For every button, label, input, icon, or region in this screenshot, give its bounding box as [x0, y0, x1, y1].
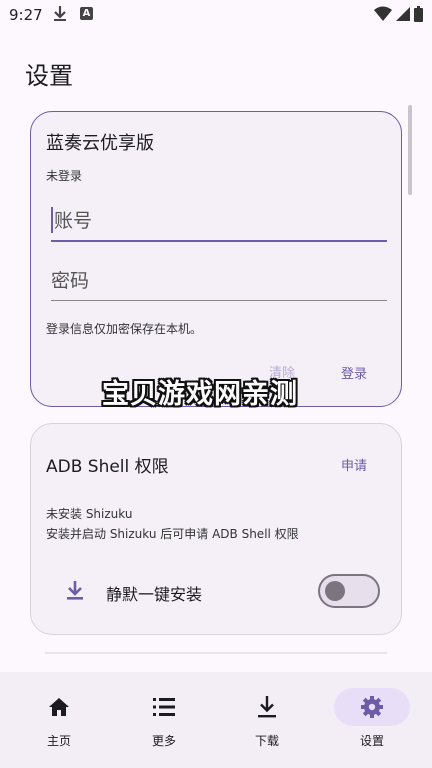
status-time: 9:27 [9, 6, 43, 24]
account-field[interactable]: 账号 [51, 204, 387, 242]
silent-install-label: 静默一键安装 [106, 585, 203, 604]
nav-item-settings[interactable]: 设置 [318, 672, 426, 768]
status-bar: 9:27 A [0, 0, 432, 30]
nav-label-download: 下载 [254, 734, 279, 748]
lanzou-card-title: 蓝奏云优享版 [46, 133, 154, 154]
home-icon [46, 694, 72, 720]
switch-knob [325, 581, 345, 601]
nav-item-download[interactable]: 下载 [213, 672, 321, 768]
gear-icon [359, 694, 385, 720]
nav-label-settings: 设置 [359, 734, 384, 748]
download-notification-icon [52, 5, 68, 27]
bottom-navigation: 主页 更多 下载 设置 [0, 672, 432, 768]
list-icon [151, 694, 177, 720]
silent-install-switch[interactable] [318, 574, 380, 608]
lanzou-login-card: 蓝奏云优享版 未登录 账号 密码 登录信息仅加密保存在本机。 清除 登录 [30, 111, 402, 407]
password-field-label: 密码 [51, 270, 90, 292]
signal-icon [396, 7, 410, 21]
adb-permission-card: ADB Shell 权限 申请 未安装 Shizuku 安装并启动 Shizuk… [30, 423, 402, 635]
login-button[interactable]: 登录 [341, 363, 367, 382]
login-note: 登录信息仅加密保存在本机。 [46, 322, 203, 336]
adb-card-title: ADB Shell 权限 [46, 457, 169, 477]
watermark-text: 宝贝游戏网亲测 [102, 379, 298, 410]
password-field[interactable]: 密码 [51, 264, 387, 301]
battery-icon [414, 6, 423, 22]
app-notification-icon: A [80, 7, 93, 20]
install-icon [65, 580, 85, 606]
next-card-edge [45, 652, 387, 654]
adb-description: 安装并启动 Shizuku 后可申请 ADB Shell 权限 [46, 527, 299, 541]
nav-label-home: 主页 [46, 734, 71, 748]
nav-item-home[interactable]: 主页 [5, 672, 113, 768]
download-icon [254, 694, 280, 720]
shizuku-status: 未安装 Shizuku [46, 507, 133, 521]
status-indicators [374, 6, 423, 22]
scrollbar[interactable] [408, 105, 412, 195]
text-caret [51, 207, 53, 233]
wifi-icon [374, 6, 392, 21]
apply-button[interactable]: 申请 [341, 455, 367, 474]
login-status: 未登录 [46, 169, 83, 183]
nav-label-more: 更多 [151, 734, 176, 748]
page-title: 设置 [25, 62, 73, 90]
account-field-label: 账号 [54, 210, 93, 232]
nav-item-more[interactable]: 更多 [110, 672, 218, 768]
